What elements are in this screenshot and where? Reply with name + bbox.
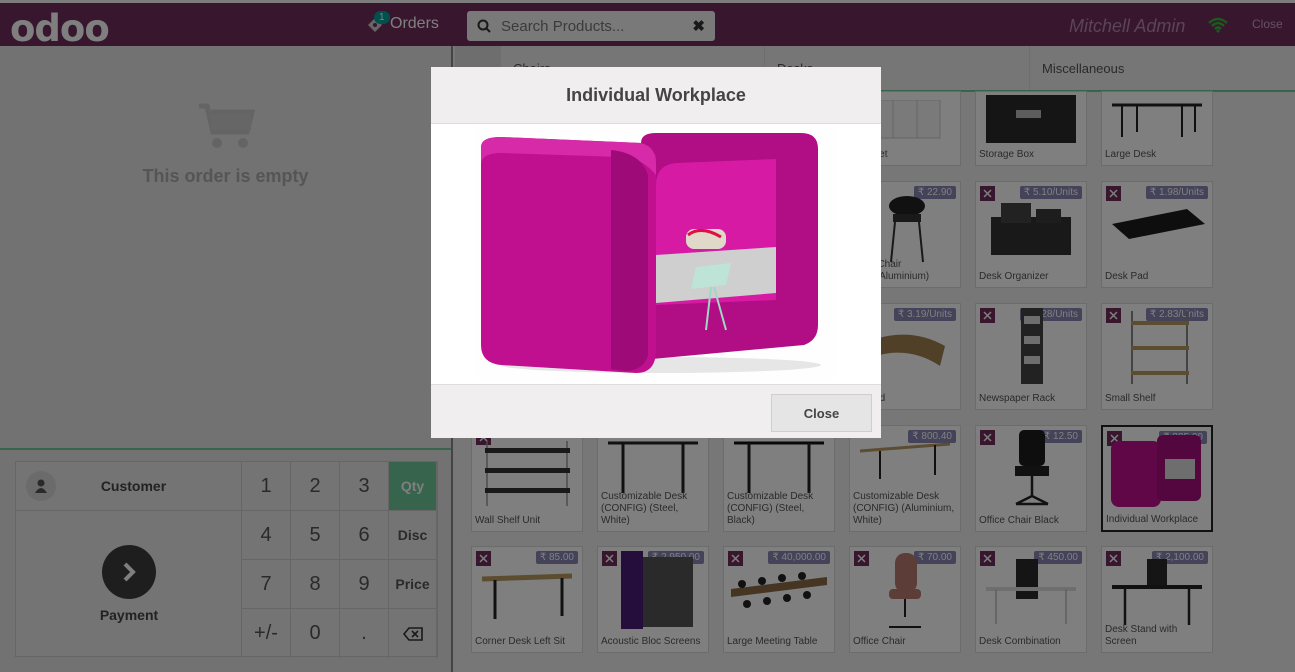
dialog-close-button[interactable]: Close [771,394,872,432]
dialog-title: Individual Workplace [431,67,881,124]
product-photo [476,125,836,380]
dialog-footer: Close [431,384,881,438]
product-image-dialog: Individual Workplace Close [431,67,881,438]
